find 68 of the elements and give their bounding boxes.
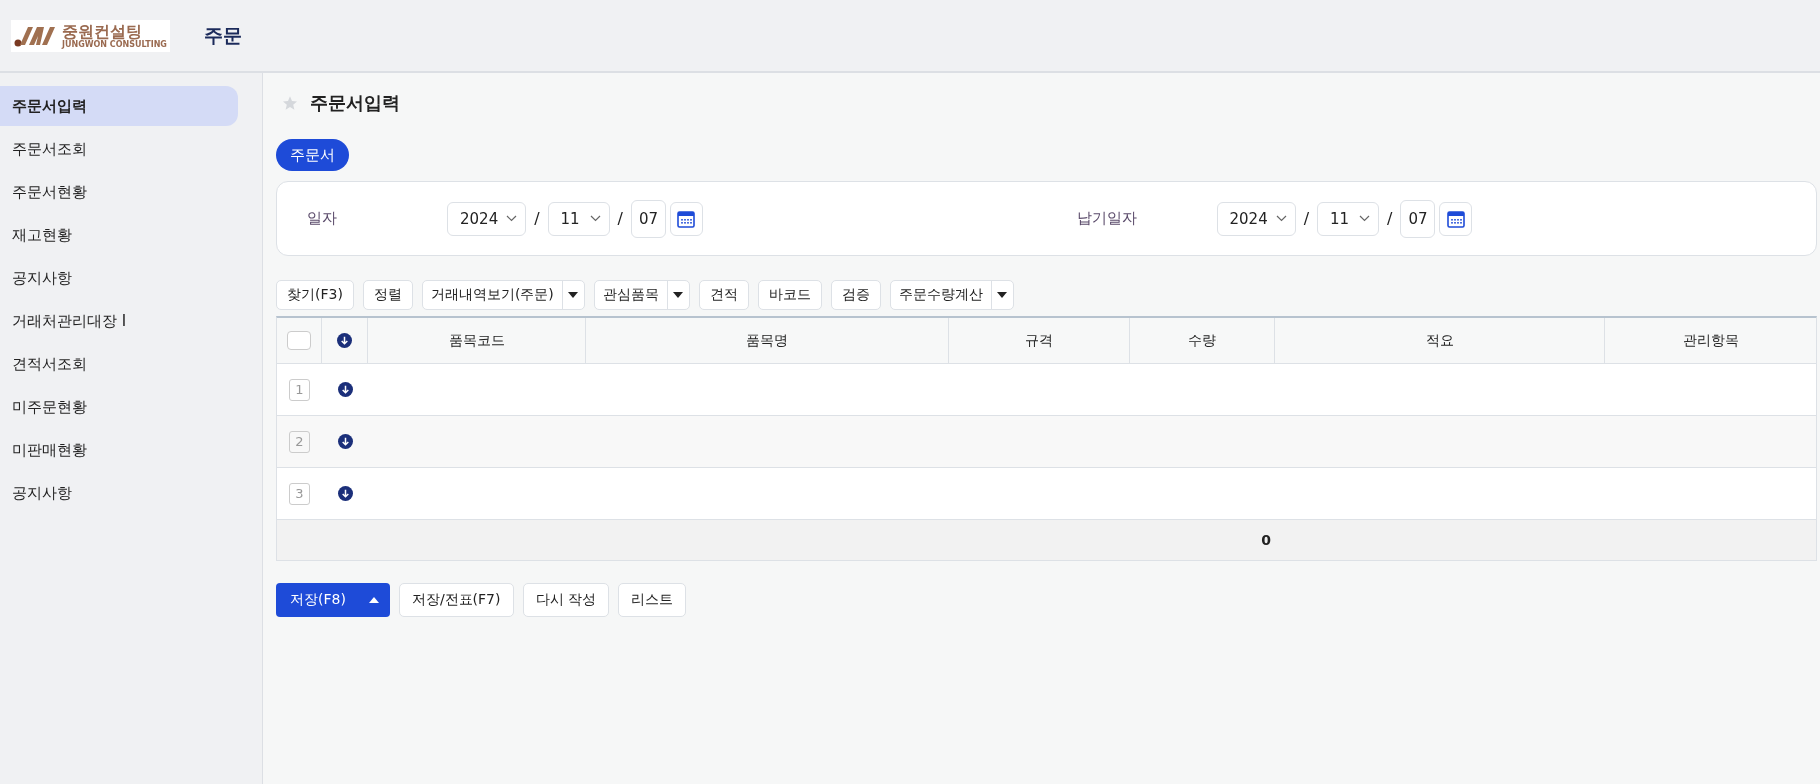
toolbar-button[interactable]: 검증 — [830, 280, 881, 310]
date-separator: / — [534, 209, 540, 228]
toolbar-button[interactable]: 바코드 — [757, 280, 822, 310]
arrow-down-circle-icon[interactable] — [337, 486, 353, 501]
tab[interactable]: 주문서 — [276, 139, 349, 171]
chevron-down-icon — [506, 215, 518, 222]
chevron-down-icon — [1359, 215, 1371, 222]
field-label: 납기일자 — [1075, 209, 1138, 228]
row-number: 1 — [289, 378, 310, 401]
row-number: 3 — [289, 482, 310, 505]
year-select[interactable]: 2024 — [1216, 201, 1296, 236]
toolbar-button[interactable]: 찾기(F3) — [276, 280, 354, 310]
column-header: 관리항목 — [1682, 331, 1739, 350]
save-button[interactable]: 저장(F8) — [276, 583, 358, 617]
field-label: 일자 — [306, 209, 338, 228]
page-title: 주문서입력 — [310, 91, 400, 115]
day-field[interactable]: 07 — [1400, 199, 1436, 238]
arrow-down-circle-icon[interactable] — [337, 382, 353, 397]
sidebar-item[interactable]: 주문서입력 — [0, 86, 238, 126]
toolbar-button[interactable]: 관심품목 — [594, 281, 667, 309]
year-select[interactable]: 2024 — [447, 201, 527, 236]
month-select[interactable]: 11 — [547, 201, 610, 236]
column-header: 적요 — [1425, 331, 1454, 350]
quantity-total: 0 — [1261, 532, 1271, 548]
date-separator: / — [1303, 209, 1310, 228]
calendar-icon — [677, 209, 696, 228]
logo-mark-icon — [14, 24, 58, 47]
sidebar-item[interactable]: 공지사항 — [0, 473, 238, 513]
month-select[interactable]: 11 — [1317, 201, 1380, 236]
logo-text: 중원컨설팅 — [62, 22, 142, 40]
sidebar-item[interactable]: 미판매현황 — [0, 430, 238, 470]
sidebar-item[interactable]: 주문서조회 — [0, 129, 238, 169]
calendar-button[interactable] — [1439, 201, 1473, 236]
column-header: 수량 — [1188, 331, 1216, 350]
sidebar-item[interactable]: 주문서현황 — [0, 172, 238, 212]
toolbar-button[interactable]: 주문수량계산 — [890, 281, 991, 309]
arrow-down-circle-icon[interactable] — [337, 333, 352, 348]
row-number: 2 — [289, 430, 310, 453]
action-button[interactable]: 저장/전표(F7) — [398, 583, 514, 617]
action-button[interactable]: 다시 작성 — [522, 583, 609, 617]
caret-icon — [673, 292, 684, 298]
date-separator: / — [1387, 209, 1393, 228]
sidebar-item[interactable]: 거래처관리대장 I — [0, 301, 238, 341]
logo-subtitle: JUNGWON CONSULTING — [62, 39, 167, 49]
action-button[interactable]: 리스트 — [617, 583, 686, 617]
day-field[interactable]: 07 — [630, 199, 666, 238]
star-icon[interactable] — [282, 95, 298, 111]
column-header: 규격 — [1025, 331, 1053, 350]
calendar-icon — [1446, 209, 1465, 228]
caret-icon — [368, 597, 379, 603]
sidebar-item[interactable]: 공지사항 — [0, 258, 238, 298]
chevron-down-icon — [589, 215, 601, 222]
toolbar-button[interactable]: 거래내역보기(주문) — [422, 281, 562, 309]
sidebar-item[interactable]: 미주문현황 — [0, 387, 238, 427]
date-separator: / — [617, 209, 623, 228]
calendar-button[interactable] — [669, 201, 703, 236]
column-header: 품목코드 — [448, 331, 505, 350]
caret-icon — [568, 292, 579, 298]
caret-icon — [997, 292, 1008, 298]
sidebar-item[interactable]: 견적서조회 — [0, 344, 238, 384]
toolbar-button[interactable]: 견적 — [698, 280, 749, 310]
toolbar-button[interactable]: 정렬 — [362, 280, 413, 310]
column-header: 품목명 — [746, 331, 788, 350]
arrow-down-circle-icon[interactable] — [337, 434, 353, 449]
sidebar-item[interactable]: 재고현황 — [0, 215, 238, 255]
header-title: 주문 — [203, 22, 242, 48]
select-all-checkbox[interactable] — [287, 331, 311, 350]
chevron-down-icon — [1275, 215, 1287, 222]
